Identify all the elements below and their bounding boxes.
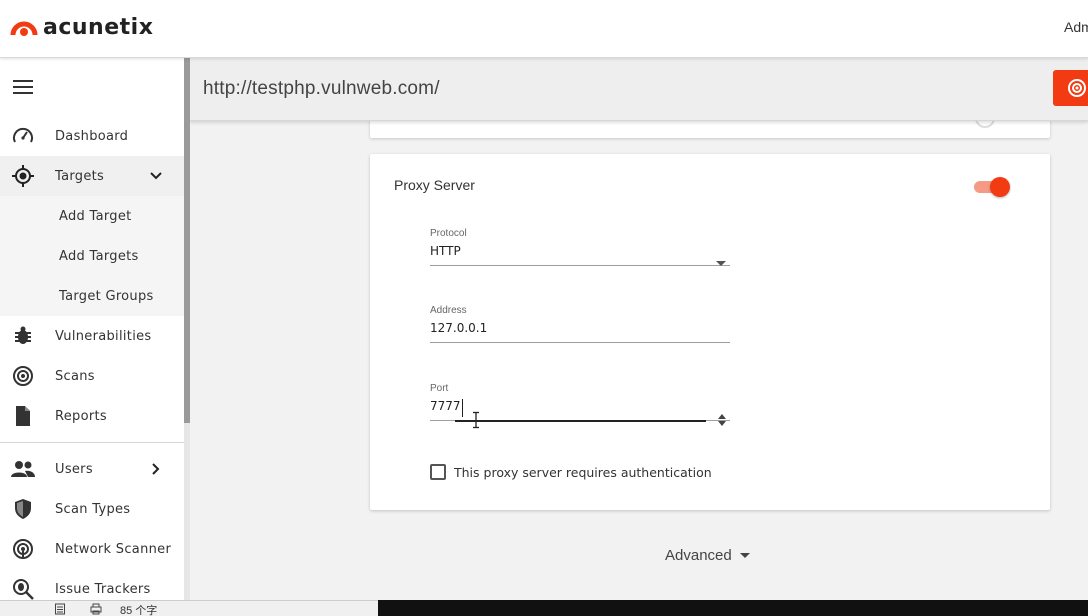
number-spinner-icon[interactable] [716,413,728,427]
sidebar-item-users[interactable]: Users [0,449,184,489]
scan-button[interactable] [1053,70,1088,106]
sidebar-subitem-add-targets[interactable]: Add Targets [0,236,184,276]
sidebar-item-reports[interactable]: Reports [0,396,184,436]
file-icon [11,405,35,427]
radar-icon [1068,79,1086,97]
sidebar-item-label: Vulnerabilities [55,328,152,344]
toggle-knob [990,177,1010,197]
sidebar-item-label: Scan Types [55,501,131,517]
dropdown-arrow-icon[interactable] [716,261,726,266]
sidebar-item-vulnerabilities[interactable]: Vulnerabilities [0,316,184,356]
protocol-value[interactable]: HTTP [430,244,730,262]
sidebar-item-scans[interactable]: Scans [0,356,184,396]
target-icon [11,165,35,187]
sidebar-item-label: Targets [55,168,105,184]
address-label: Address [430,305,467,316]
sidebar-item-scan-types[interactable]: Scan Types [0,489,184,529]
word-count: 85 个字 [120,605,158,616]
sidebar-item-label: Dashboard [55,128,129,144]
sidebar-item-label: Issue Trackers [55,581,151,597]
sidebar-subitem-label: Add Target [59,209,132,224]
sidebar-item-label: Network Scanner [55,541,172,557]
user-menu[interactable]: Adm [1064,19,1088,35]
proxy-auth-option[interactable]: This proxy server requires authenticatio… [430,464,712,480]
acunetix-logo[interactable]: acunetix [10,13,153,41]
caret-down-icon [739,553,750,558]
sidebar-item-targets[interactable]: Targets [0,156,184,196]
chevron-down-icon[interactable] [148,168,164,184]
address-field[interactable]: Address 127.0.0.1 [430,305,730,343]
protocol-label: Protocol [430,228,467,239]
proxy-server-title: Proxy Server [394,177,475,193]
proxy-auth-label: This proxy server requires authenticatio… [454,464,712,480]
proxy-enabled-toggle[interactable] [974,177,1010,197]
text-cursor-icon [473,411,479,429]
target-url-bar: http://testphp.vulnweb.com/ [190,58,1088,121]
protocol-select[interactable]: Protocol HTTP [430,228,730,266]
users-icon [11,458,35,480]
protocol-underline [430,265,730,266]
proxy-auth-checkbox[interactable] [430,464,446,480]
advanced-label: Advanced [665,547,732,564]
port-label: Port [430,383,449,394]
bug-icon [11,325,35,347]
proxy-server-card: Proxy Server Protocol HTTP Address 127.0… [370,154,1050,510]
print-layout-icon[interactable] [90,603,102,615]
sidebar-scrollbar[interactable] [184,58,190,423]
sidebar-divider [0,442,184,443]
sidebar-item-dashboard[interactable]: Dashboard [0,116,184,156]
shield-icon [11,498,35,520]
brand-name: acunetix [43,14,154,40]
editor-status-bar: 85 个字 [0,600,378,616]
sidebar-subitem-target-groups[interactable]: Target Groups [0,276,184,316]
top-header: acunetix Adm [0,0,1088,58]
advanced-toggle[interactable]: Advanced [665,547,750,564]
gauge-icon [11,125,35,147]
radar-icon [11,365,35,387]
taskbar [378,600,1088,616]
sidebar-subitem-label: Target Groups [59,289,154,304]
port-input[interactable]: 7777 [430,399,463,417]
chevron-right-icon[interactable] [148,461,164,477]
sidebar-subitem-label: Add Targets [59,249,139,264]
bug-search-icon [11,578,35,600]
target-url: http://testphp.vulnweb.com/ [203,78,440,99]
sidebar-item-label: Users [55,461,93,477]
document-icon[interactable] [54,603,66,615]
sidebar-item-label: Scans [55,368,95,384]
port-field[interactable]: Port 7777 [430,383,730,429]
sidebar-subitem-add-target[interactable]: Add Target [0,196,184,236]
sidebar-item-network-scanner[interactable]: Network Scanner [0,529,184,569]
sidebar-item-label: Reports [55,408,107,424]
sidebar: Dashboard Targets Add Target Add Targets… [0,58,186,616]
address-underline [430,342,730,343]
acunetix-logo-icon [10,21,38,36]
network-icon [11,538,35,560]
menu-toggle-icon[interactable] [13,80,33,94]
address-input[interactable]: 127.0.0.1 [430,321,730,339]
